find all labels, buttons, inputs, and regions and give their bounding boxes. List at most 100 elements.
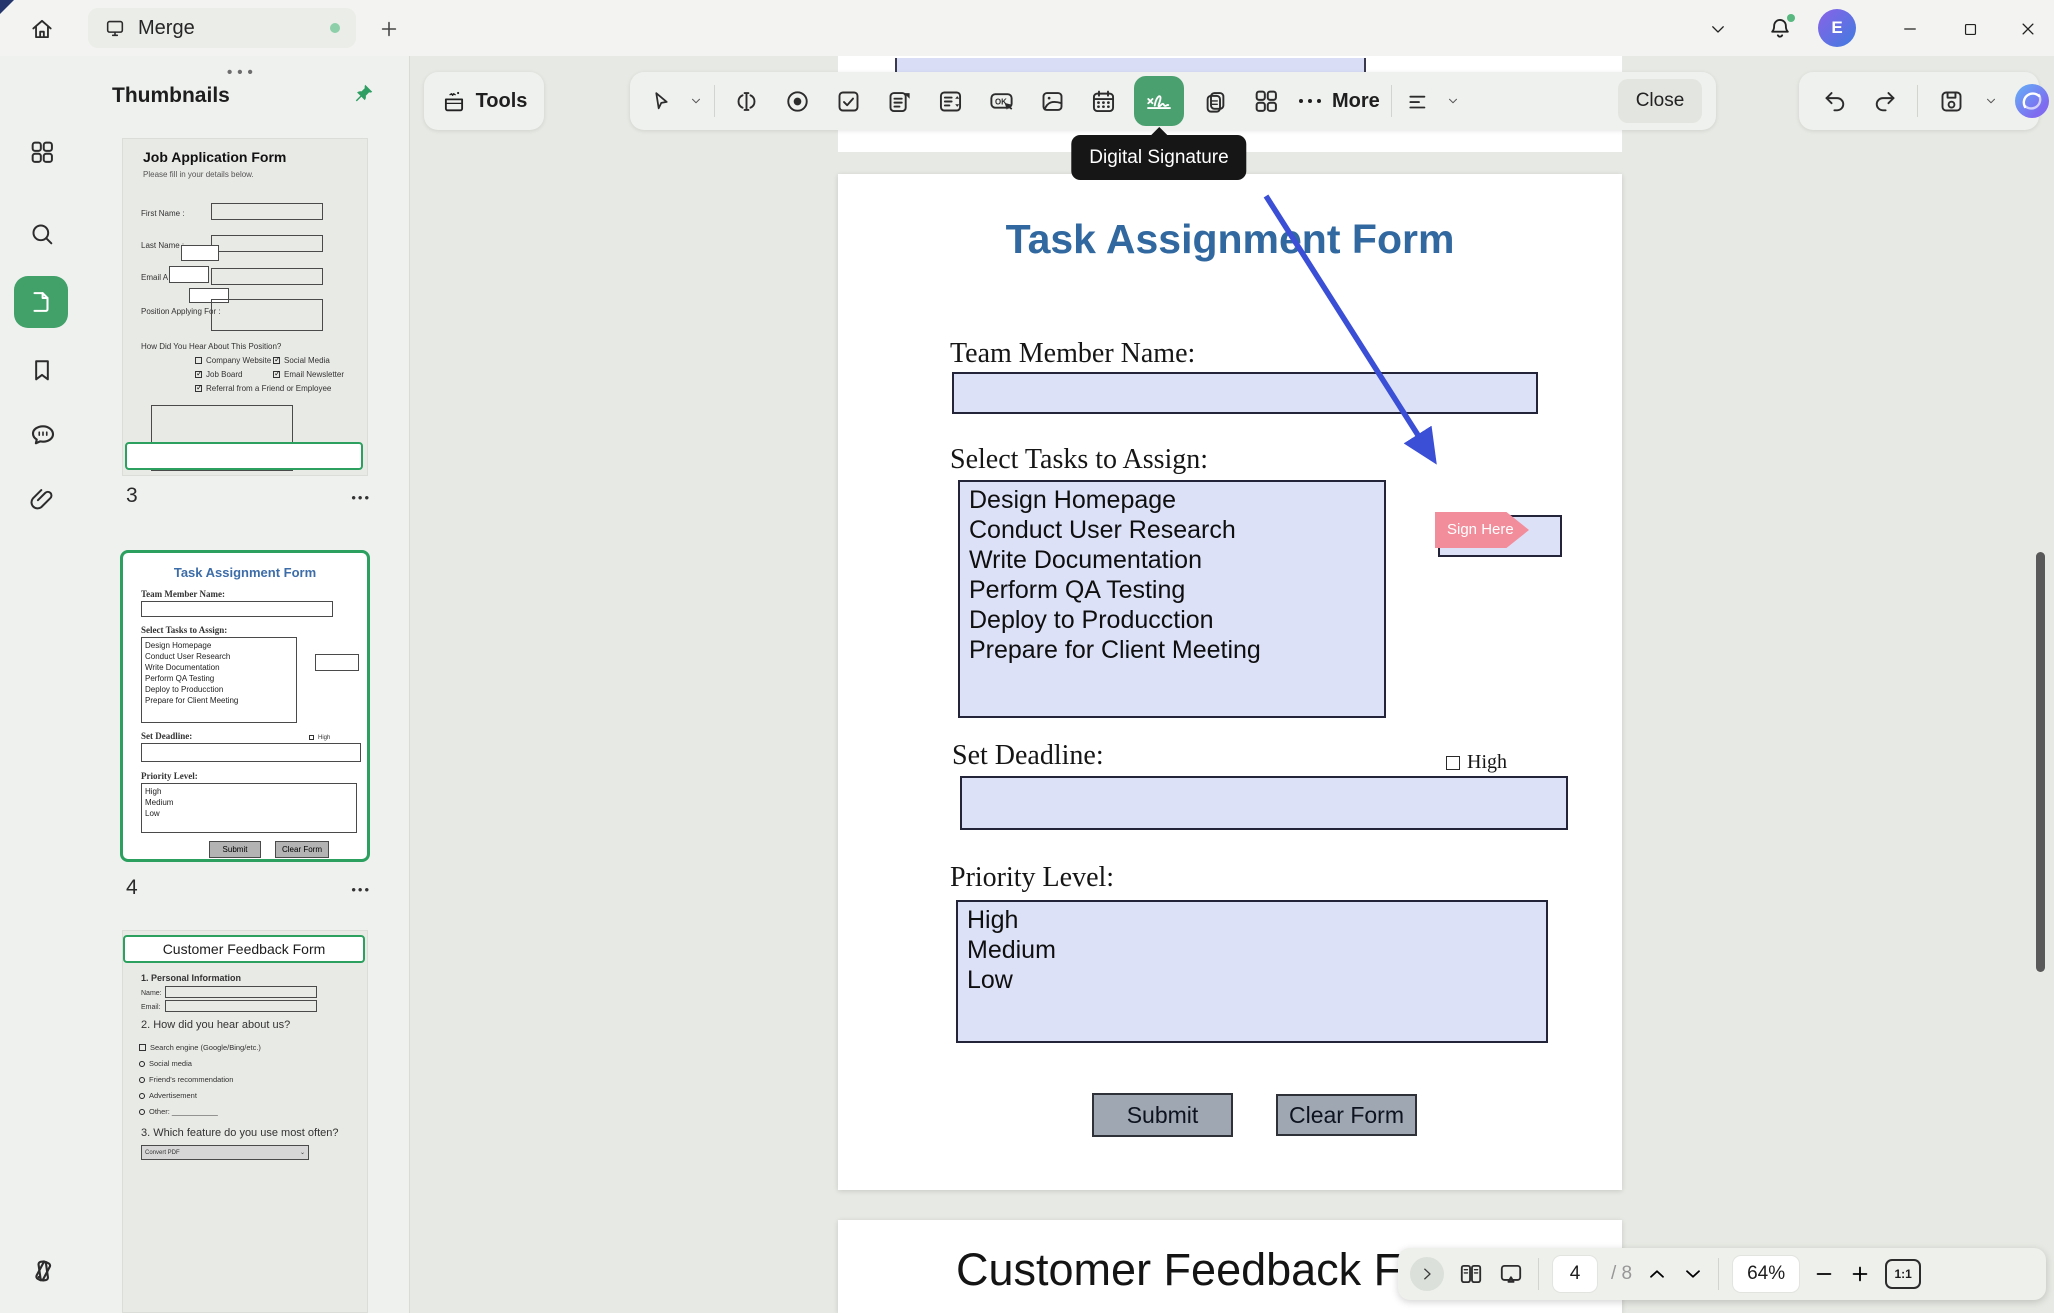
sidebar-item-bookmarks[interactable]	[28, 356, 56, 384]
thumb5-dropdown-chevron-icon: ⌄	[300, 1149, 305, 1156]
notifications-button[interactable]	[1760, 14, 1800, 44]
priority-option[interactable]: High	[967, 905, 1537, 935]
alignment-chevron-icon[interactable]	[1446, 94, 1460, 108]
maximize-button[interactable]	[1950, 14, 1990, 44]
thumb3-first-name-field	[211, 203, 323, 220]
clear-form-button[interactable]: Clear Form	[1276, 1094, 1417, 1136]
checkbox-tool-button[interactable]	[828, 79, 868, 123]
save-button[interactable]	[1935, 79, 1967, 123]
sidebar-item-overview[interactable]	[28, 138, 56, 166]
notification-dot	[1787, 14, 1795, 22]
submit-button[interactable]: Submit	[1092, 1093, 1233, 1137]
next-page-icon[interactable]	[1682, 1263, 1704, 1285]
tools-button[interactable]: Tools	[424, 72, 544, 130]
unsaved-dot	[330, 23, 340, 33]
image-field-tool-button[interactable]	[1032, 79, 1072, 123]
priority-option[interactable]: Medium	[967, 935, 1537, 965]
select-tool-chevron-icon[interactable]	[689, 94, 703, 108]
redo-icon	[1871, 88, 1898, 115]
team-member-field[interactable]	[952, 372, 1538, 414]
thumb3-email-field	[211, 268, 323, 285]
list-box-tool-button[interactable]	[930, 79, 970, 123]
thumb3-menu-icon[interactable]: •••	[351, 490, 371, 505]
tabs-dropdown-button[interactable]	[1698, 14, 1738, 44]
thumb3-opt-news: Email Newsletter	[273, 370, 344, 379]
checkbox-icon[interactable]	[1446, 756, 1460, 770]
task-option[interactable]: Conduct User Research	[969, 515, 1375, 545]
panel-drag-handle-icon[interactable]: •••	[227, 64, 258, 81]
chevron-down-icon	[1709, 20, 1727, 38]
thumbnail-page-3[interactable]: Job Application Form Please fill in your…	[122, 138, 368, 476]
date-field-tool-button[interactable]	[1083, 79, 1123, 123]
new-tab-button[interactable]	[372, 14, 406, 44]
priority-listbox[interactable]: High Medium Low	[956, 900, 1548, 1043]
minimize-button[interactable]	[1890, 14, 1930, 44]
reader-view-icon[interactable]	[1458, 1261, 1484, 1287]
undo-icon	[1822, 88, 1849, 115]
collapse-bar-button[interactable]	[1410, 1257, 1444, 1291]
presentation-mode-icon[interactable]	[1498, 1261, 1524, 1287]
priority-option[interactable]: Low	[967, 965, 1537, 995]
zoom-in-icon[interactable]	[1849, 1263, 1871, 1285]
page-number-input[interactable]: 4	[1553, 1256, 1597, 1292]
tab-merge[interactable]: Merge	[88, 8, 356, 48]
select-tool-button[interactable]	[644, 79, 678, 123]
zoom-level-input[interactable]: 64%	[1733, 1256, 1799, 1292]
vertical-scrollbar[interactable]	[2036, 552, 2045, 972]
high-checkbox[interactable]: High	[1446, 751, 1507, 774]
checkbox-icon	[835, 88, 862, 115]
tasks-listbox[interactable]: Design Homepage Conduct User Research Wr…	[958, 480, 1386, 718]
thumb3-stray-field-2	[169, 266, 209, 283]
search-icon	[28, 220, 56, 248]
avatar[interactable]: E	[1818, 9, 1856, 47]
digital-signature-button-active[interactable]: Digital Signature	[1134, 76, 1184, 126]
undo-button[interactable]	[1819, 79, 1851, 123]
duplicate-tool-button-disabled[interactable]	[1195, 79, 1235, 123]
previous-page-icon[interactable]	[1646, 1263, 1668, 1285]
redo-button[interactable]	[1868, 79, 1900, 123]
ai-assistant-button[interactable]	[2015, 84, 2049, 118]
sidebar-item-thumbnails-active[interactable]	[14, 276, 68, 328]
save-options-chevron-icon[interactable]	[1984, 94, 1998, 108]
actual-size-button[interactable]: 1:1	[1885, 1259, 1921, 1289]
task-option[interactable]: Perform QA Testing	[969, 575, 1375, 605]
sidebar-item-search[interactable]	[28, 220, 56, 248]
dropdown-tool-button[interactable]	[879, 79, 919, 123]
thumb5-email-field	[165, 1000, 317, 1012]
sidebar-item-attachments[interactable]	[28, 486, 56, 514]
sidebar-item-appearance[interactable]	[28, 1256, 56, 1284]
thumbnail-page-4-selected[interactable]: Task Assignment Form Team Member Name: S…	[120, 550, 370, 862]
thumb4-high-checkbox: High	[309, 734, 330, 741]
close-form-mode-button[interactable]: Close	[1618, 79, 1702, 123]
thumb4-sign-field	[315, 654, 359, 671]
radio-button-icon	[784, 88, 811, 115]
calendar-icon	[1090, 88, 1117, 115]
quick-actions-toolbar	[1799, 72, 2039, 130]
thumb3-subtitle: Please fill in your details below.	[143, 170, 254, 179]
more-button[interactable]: More	[1297, 90, 1380, 113]
task-option[interactable]: Design Homepage	[969, 485, 1375, 515]
ok-button-icon: OK	[988, 88, 1015, 115]
thumb4-priority-label: Priority Level:	[141, 771, 198, 781]
task-option[interactable]: Deploy to Producction	[969, 605, 1375, 635]
task-option[interactable]: Write Documentation	[969, 545, 1375, 575]
home-button[interactable]	[20, 10, 64, 48]
thumbnail-page-5[interactable]: Customer Feedback Form 1. Personal Infor…	[122, 930, 368, 1313]
thumb4-menu-icon[interactable]: •••	[351, 882, 371, 897]
thumb3-opt-company: Company Website	[195, 356, 271, 365]
avatar-initial: E	[1831, 18, 1842, 38]
text-field-tool-button[interactable]	[726, 79, 766, 123]
thumb5-title-bar: Customer Feedback Form	[123, 935, 365, 963]
task-option[interactable]: Prepare for Client Meeting	[969, 635, 1375, 665]
divider	[1391, 85, 1392, 117]
pin-icon[interactable]	[351, 82, 375, 106]
radio-button-tool-button[interactable]	[777, 79, 817, 123]
dropdown-list-icon	[886, 88, 913, 115]
sidebar-item-comments[interactable]	[28, 420, 56, 448]
alignment-tool-button[interactable]	[1403, 79, 1435, 123]
deadline-field[interactable]	[960, 776, 1568, 830]
zoom-out-icon[interactable]	[1813, 1263, 1835, 1285]
field-layout-tool-button-disabled[interactable]	[1246, 79, 1286, 123]
close-window-button[interactable]	[2008, 14, 2048, 44]
push-button-tool-button[interactable]: OK	[981, 79, 1021, 123]
